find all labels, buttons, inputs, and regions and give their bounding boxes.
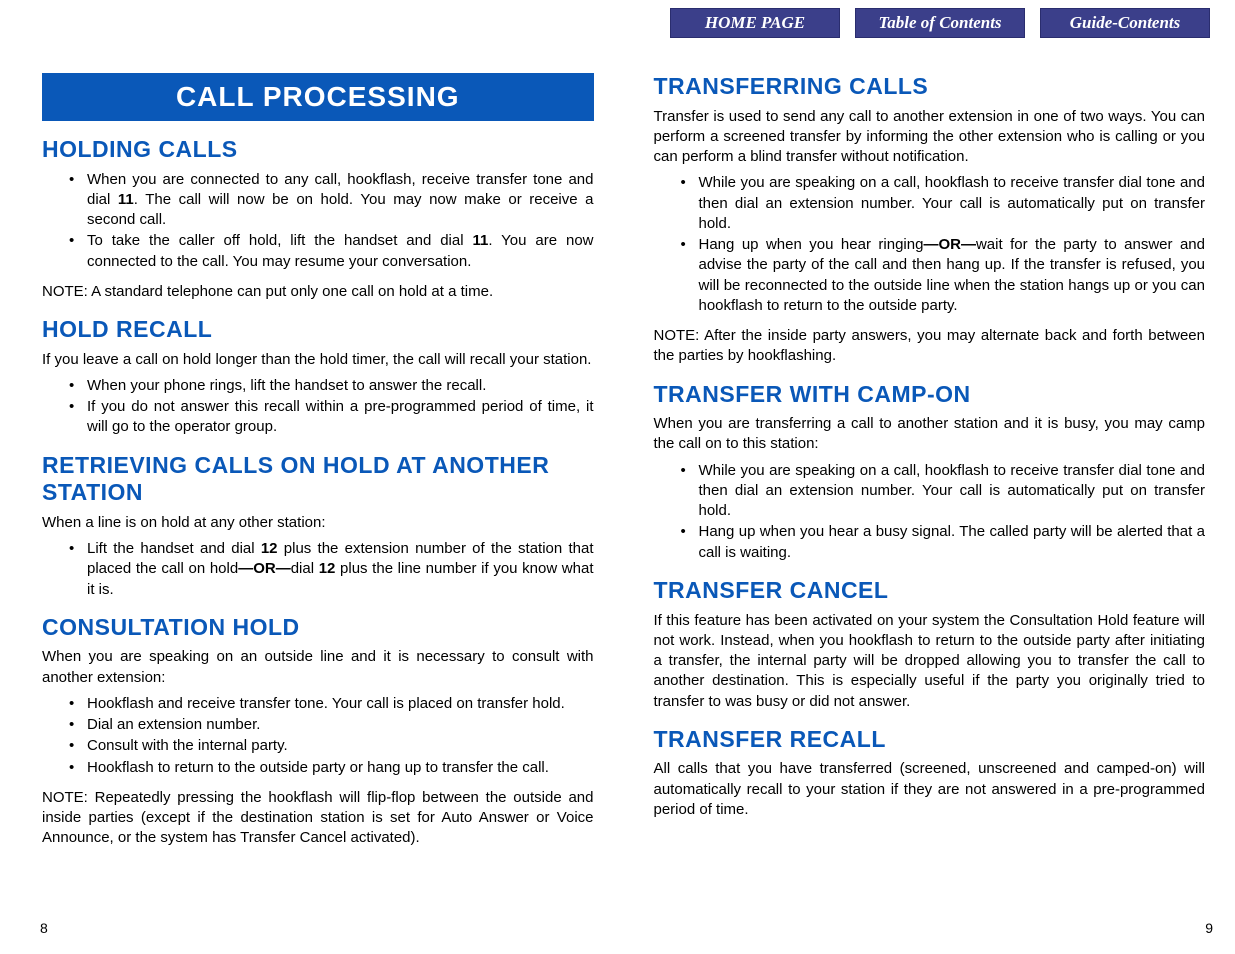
note-text: NOTE: After the inside party answers, yo… bbox=[654, 326, 1206, 367]
list-item: While you are speaking on a call, hookfl… bbox=[699, 461, 1206, 522]
heading-hold-recall: HOLD RECALL bbox=[42, 316, 594, 344]
body-text: Transfer is used to send any call to ano… bbox=[654, 107, 1206, 168]
page-number-left: 8 bbox=[40, 920, 48, 936]
list-item: Dial an extension number. bbox=[87, 715, 594, 735]
list-item: Hang up when you hear a busy signal. The… bbox=[699, 522, 1206, 563]
body-text: If this feature has been activated on yo… bbox=[654, 611, 1206, 712]
list-holding-calls: When you are connected to any call, hook… bbox=[42, 170, 594, 272]
list-transfer-camp-on: While you are speaking on a call, hookfl… bbox=[654, 461, 1206, 563]
list-item: Consult with the internal party. bbox=[87, 736, 594, 756]
section-banner: CALL PROCESSING bbox=[42, 73, 594, 121]
list-hold-recall: When your phone rings, lift the handset … bbox=[42, 376, 594, 438]
heading-retrieving-calls: RETRIEVING CALLS ON HOLD AT ANOTHER STAT… bbox=[42, 452, 594, 507]
list-item: Hookflash to return to the outside party… bbox=[87, 758, 594, 778]
list-item: When your phone rings, lift the handset … bbox=[87, 376, 594, 396]
note-text: NOTE: A standard telephone can put only … bbox=[42, 282, 594, 302]
body-text: When a line is on hold at any other stat… bbox=[42, 513, 594, 533]
list-item: While you are speaking on a call, hookfl… bbox=[699, 173, 1206, 234]
heading-transferring-calls: TRANSFERRING CALLS bbox=[654, 73, 1206, 101]
list-item: Hang up when you hear ringing—OR—wait fo… bbox=[699, 235, 1206, 316]
note-text: NOTE: Repeatedly pressing the hookflash … bbox=[42, 788, 594, 849]
list-consultation-hold: Hookflash and receive transfer tone. You… bbox=[42, 694, 594, 778]
page-columns: CALL PROCESSING HOLDING CALLS When you a… bbox=[25, 48, 1210, 855]
heading-transfer-recall: TRANSFER RECALL bbox=[654, 726, 1206, 754]
list-item: Lift the handset and dial 12 plus the ex… bbox=[87, 539, 594, 600]
list-transferring-calls: While you are speaking on a call, hookfl… bbox=[654, 173, 1206, 316]
heading-holding-calls: HOLDING CALLS bbox=[42, 136, 594, 164]
list-retrieving-calls: Lift the handset and dial 12 plus the ex… bbox=[42, 539, 594, 600]
left-column: CALL PROCESSING HOLDING CALLS When you a… bbox=[25, 73, 594, 855]
body-text: When you are transferring a call to anot… bbox=[654, 414, 1206, 455]
heading-transfer-cancel: TRANSFER CANCEL bbox=[654, 577, 1206, 605]
heading-consultation-hold: CONSULTATION HOLD bbox=[42, 614, 594, 642]
heading-transfer-camp-on: TRANSFER WITH CAMP-ON bbox=[654, 381, 1206, 409]
nav-toc-button[interactable]: Table of Contents bbox=[855, 8, 1025, 38]
list-item: When you are connected to any call, hook… bbox=[87, 170, 594, 231]
body-text: When you are speaking on an outside line… bbox=[42, 647, 594, 688]
list-item: Hookflash and receive transfer tone. You… bbox=[87, 694, 594, 714]
nav-guide-button[interactable]: Guide-Contents bbox=[1040, 8, 1210, 38]
page-number-right: 9 bbox=[1205, 920, 1213, 936]
body-text: All calls that you have transferred (scr… bbox=[654, 759, 1206, 820]
nav-home-button[interactable]: HOME PAGE bbox=[670, 8, 840, 38]
body-text: If you leave a call on hold longer than … bbox=[42, 350, 594, 370]
nav-bar: HOME PAGE Table of Contents Guide-Conten… bbox=[25, 8, 1210, 38]
right-column: TRANSFERRING CALLS Transfer is used to s… bbox=[654, 73, 1211, 855]
list-item: If you do not answer this recall within … bbox=[87, 397, 594, 438]
list-item: To take the caller off hold, lift the ha… bbox=[87, 231, 594, 272]
